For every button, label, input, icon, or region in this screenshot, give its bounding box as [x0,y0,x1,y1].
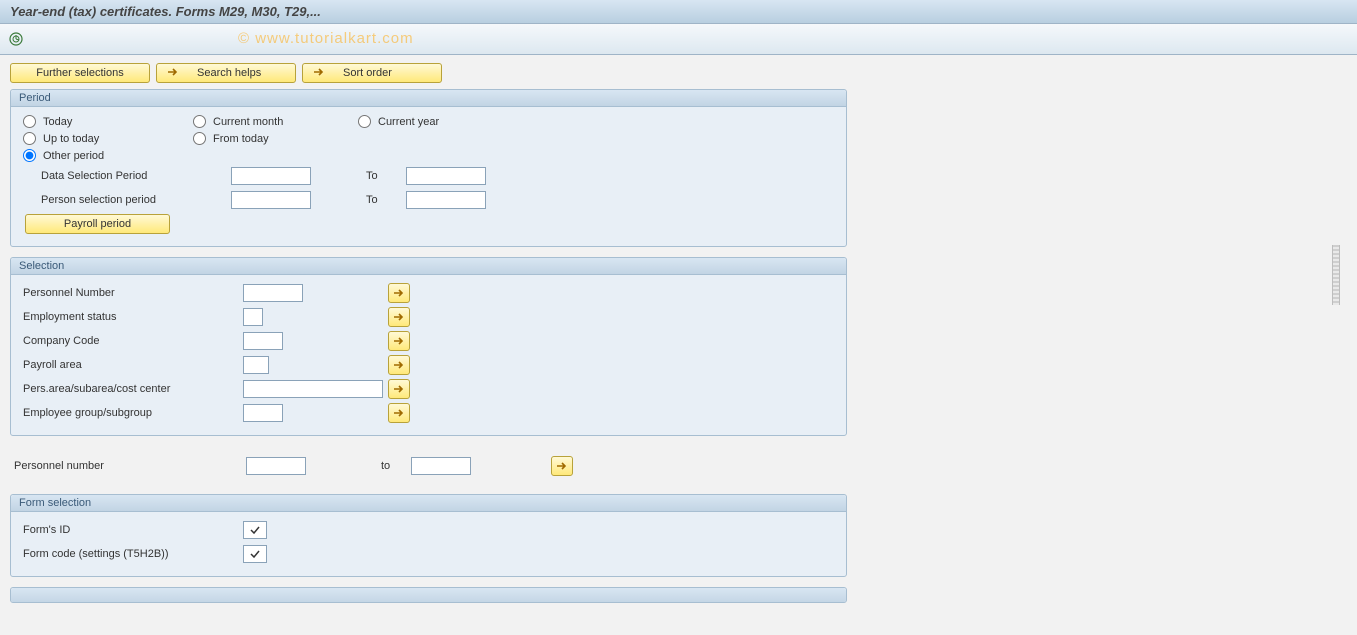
form-selection-group: Form selection Form's ID Form code (sett… [10,494,847,577]
radio-today-input[interactable] [23,115,36,128]
forms-id-label: Form's ID [23,524,243,536]
payroll-period-label: Payroll period [64,218,131,230]
radio-current-month-input[interactable] [193,115,206,128]
data-selection-period-label: Data Selection Period [41,170,231,182]
radio-current-year-label: Current year [378,116,439,128]
company-code-label: Company Code [23,335,243,347]
payroll-area-input[interactable] [243,356,269,374]
next-group-header [11,588,846,603]
radio-current-month-label: Current month [213,116,283,128]
sort-order-button[interactable]: Sort order [302,63,442,83]
window-title: Year-end (tax) certificates. Forms M29, … [10,4,321,19]
arrow-right-icon [313,67,325,80]
person-selection-period-label: Person selection period [41,194,231,206]
employment-status-multi-button[interactable] [388,307,410,327]
payroll-period-button[interactable]: Payroll period [25,214,170,234]
personnel-number-label: Personnel Number [23,287,243,299]
window-title-bar: Year-end (tax) certificates. Forms M29, … [0,0,1357,24]
splitter-handle[interactable] [1332,245,1340,305]
to-label-loose: to [381,460,411,472]
employment-status-label: Employment status [23,311,243,323]
next-group-partial [10,587,847,603]
radio-today-label: Today [43,116,72,128]
app-toolbar [0,24,1357,55]
radio-up-to-today-input[interactable] [23,132,36,145]
to-label-1: To [366,170,406,182]
to-label-2: To [366,194,406,206]
check-icon [249,524,261,536]
form-code-checkbox[interactable] [243,545,267,563]
company-code-input[interactable] [243,332,283,350]
radio-up-to-today[interactable]: Up to today [23,132,193,145]
radio-up-to-today-label: Up to today [43,133,99,145]
radio-from-today-label: From today [213,133,269,145]
personnel-number-range-row: Personnel number to [14,456,1347,476]
pers-area-multi-button[interactable] [388,379,410,399]
personnel-number-to-input[interactable] [411,457,471,475]
payroll-area-multi-button[interactable] [388,355,410,375]
personnel-number-multi-button[interactable] [388,283,410,303]
radio-from-today[interactable]: From today [193,132,358,145]
main-content-scroll: Further selections Search helps Sort ord… [0,55,1357,634]
execute-icon[interactable] [8,31,24,47]
search-helps-button[interactable]: Search helps [156,63,296,83]
selection-header: Selection [11,258,846,275]
employee-group-input[interactable] [243,404,283,422]
personnel-number-range-multi-button[interactable] [551,456,573,476]
personnel-number-input[interactable] [243,284,303,302]
check-icon [249,548,261,560]
radio-other-period[interactable]: Other period [23,149,193,162]
sort-order-label: Sort order [343,67,392,79]
person-selection-from-input[interactable] [231,191,311,209]
radio-current-month[interactable]: Current month [193,115,358,128]
radio-current-year[interactable]: Current year [358,115,508,128]
forms-id-checkbox[interactable] [243,521,267,539]
radio-current-year-input[interactable] [358,115,371,128]
payroll-area-label: Payroll area [23,359,243,371]
radio-from-today-input[interactable] [193,132,206,145]
form-selection-header: Form selection [11,495,846,512]
data-selection-from-input[interactable] [231,167,311,185]
pers-area-input[interactable] [243,380,383,398]
period-header: Period [11,90,846,107]
radio-other-period-input[interactable] [23,149,36,162]
radio-other-period-label: Other period [43,150,104,162]
selection-group: Selection Personnel Number Employment st… [10,257,847,436]
personnel-number-loose-label: Personnel number [14,460,246,472]
employment-status-input[interactable] [243,308,263,326]
form-code-label: Form code (settings (T5H2B)) [23,548,243,560]
pers-area-label: Pers.area/subarea/cost center [23,383,243,395]
company-code-multi-button[interactable] [388,331,410,351]
personnel-number-from-input[interactable] [246,457,306,475]
data-selection-to-input[interactable] [406,167,486,185]
selection-buttons-row: Further selections Search helps Sort ord… [10,63,1347,83]
further-selections-label: Further selections [36,67,123,79]
period-group: Period Today Current month Current year [10,89,847,247]
person-selection-to-input[interactable] [406,191,486,209]
employee-group-label: Employee group/subgroup [23,407,243,419]
further-selections-button[interactable]: Further selections [10,63,150,83]
employee-group-multi-button[interactable] [388,403,410,423]
arrow-right-icon [167,67,179,80]
radio-today[interactable]: Today [23,115,193,128]
search-helps-label: Search helps [197,67,261,79]
